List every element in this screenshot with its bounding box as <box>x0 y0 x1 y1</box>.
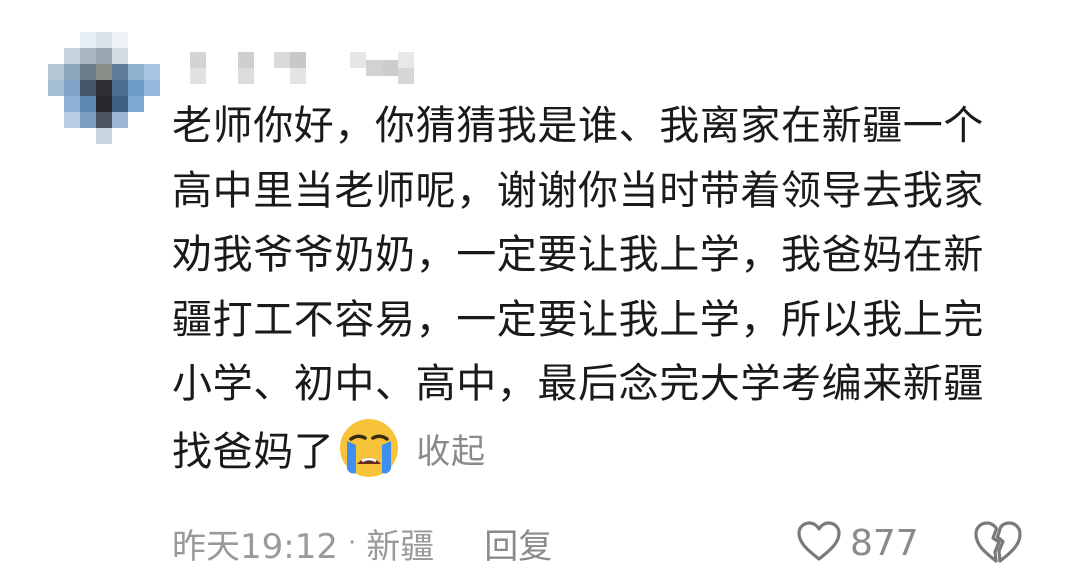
comment-time: 昨天19:12 <box>172 526 338 567</box>
avatar[interactable] <box>48 32 160 144</box>
heart-outline-icon <box>796 520 842 566</box>
comment-line: 劝我爷爷奶奶，一定要让我上学，我爸妈在新 <box>172 232 984 278</box>
comment-line: 找爸妈了 <box>172 428 335 475</box>
broken-heart-icon <box>972 521 1024 572</box>
comment-item: 老师你好，你猜猜我是谁、我离家在新疆一个 高中里当老师呢，谢谢你当时带着领导去我… <box>0 0 1080 583</box>
username[interactable] <box>190 40 430 84</box>
comment-line: 小学、初中、高中，最后念完大学考编来新疆 <box>172 361 984 407</box>
comment-line: 疆打工不容易，一定要让我上学，所以我上完 <box>172 296 984 343</box>
like-button[interactable]: 877 <box>796 516 919 570</box>
crying-face-emoji-icon <box>338 417 400 479</box>
collapse-button[interactable]: 收起 <box>416 432 485 472</box>
comment-last-line: 找爸妈了 收起 <box>172 417 1042 482</box>
comment-content: 老师你好，你猜猜我是谁、我离家在新疆一个 高中里当老师呢，谢谢你当时带着领导去我… <box>172 94 1042 481</box>
comment-line: 高中里当老师呢，谢谢你当时带着领导去我家 <box>172 167 984 214</box>
comment-location: 新疆 <box>366 526 435 567</box>
comment-line: 老师你好，你猜猜我是谁、我离家在新疆一个 <box>172 103 984 149</box>
comment-meta: 昨天19:12 · 新疆 回复 <box>172 515 552 571</box>
reply-button[interactable]: 回复 <box>484 519 552 568</box>
like-count: 877 <box>850 522 919 564</box>
dislike-button[interactable] <box>972 518 1024 568</box>
meta-separator: · <box>347 528 357 558</box>
